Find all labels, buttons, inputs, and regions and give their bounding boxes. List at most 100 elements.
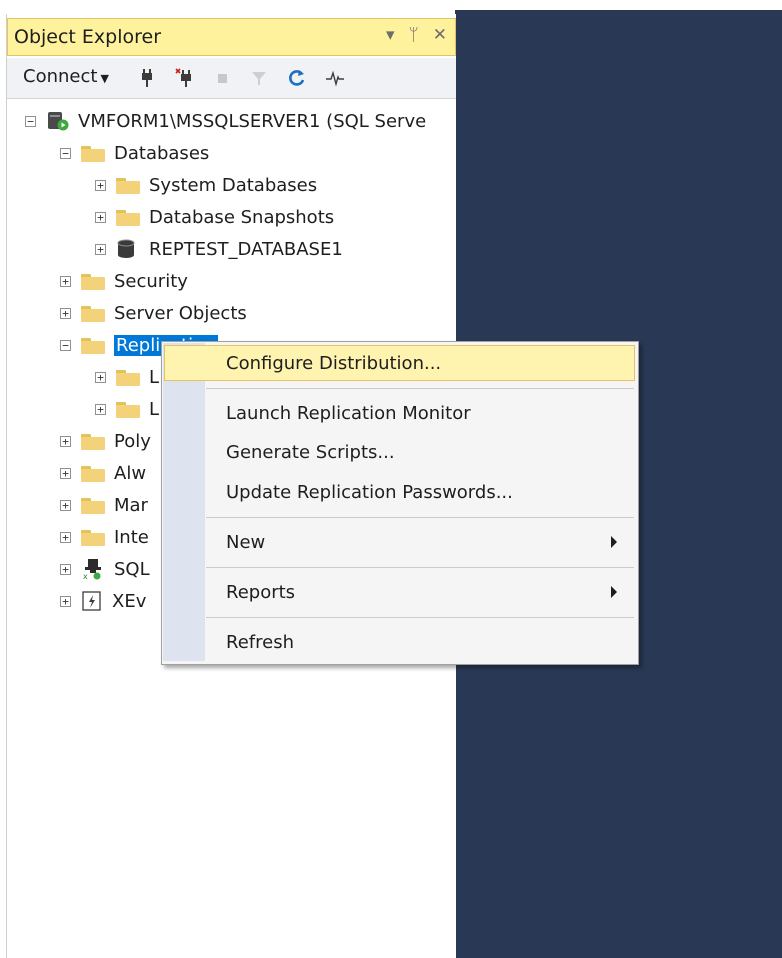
tree-node-replication-child[interactable]: + L <box>95 394 159 424</box>
replication-child-label: L <box>149 366 160 388</box>
tree-node-xevent[interactable]: + XEv <box>60 586 146 616</box>
expand-icon[interactable]: + <box>60 499 71 511</box>
tree-node-system-databases[interactable]: + System Databases <box>95 170 317 200</box>
menu-item-new[interactable]: New <box>164 524 635 560</box>
expand-icon[interactable]: + <box>60 467 71 479</box>
folder-icon <box>81 528 105 546</box>
expand-icon[interactable]: + <box>95 211 106 223</box>
folder-icon <box>116 176 140 194</box>
xevent-label: XEv <box>112 590 147 612</box>
collapse-icon[interactable]: − <box>60 339 71 351</box>
database-icon <box>117 239 135 258</box>
folder-icon <box>81 144 105 162</box>
tree-node-management[interactable]: + Mar <box>60 490 148 520</box>
chevron-down-icon: ▼ <box>100 72 109 85</box>
server-label: VMFORM1\MSSQLSERVER1 (SQL Serve <box>78 110 427 132</box>
filter-icon[interactable] <box>249 68 269 88</box>
folder-icon <box>81 464 105 482</box>
folder-icon <box>116 400 140 418</box>
new-label: New <box>226 532 266 553</box>
object-explorer-toolbar: Connect ▼ <box>7 58 456 99</box>
menu-item-generate-scripts[interactable]: Generate Scripts... <box>164 434 635 470</box>
polybase-label: Poly <box>114 430 151 452</box>
connect-button[interactable]: Connect ▼ <box>23 66 109 87</box>
security-label: Security <box>114 270 188 292</box>
expand-icon[interactable]: + <box>60 595 71 607</box>
tree-node-sql-agent[interactable]: + x SQL <box>60 554 150 584</box>
menu-separator <box>206 388 634 389</box>
folder-icon <box>81 496 105 514</box>
expand-icon[interactable]: + <box>60 307 71 319</box>
refresh-label: Refresh <box>226 632 294 653</box>
always-on-label: Alw <box>114 462 147 484</box>
connect-label: Connect <box>23 66 98 87</box>
replication-child-label: L <box>149 398 160 420</box>
tree-node-databases[interactable]: − Databases <box>60 138 209 168</box>
tree-node-replication-child[interactable]: + L <box>95 362 159 392</box>
reports-label: Reports <box>226 582 296 603</box>
context-menu: Configure Distribution... Launch Replica… <box>161 341 639 665</box>
launch-replication-monitor-label: Launch Replication Monitor <box>226 403 471 424</box>
tree-node-security[interactable]: + Security <box>60 266 188 296</box>
databases-label: Databases <box>114 142 210 164</box>
expand-icon[interactable]: + <box>95 403 106 415</box>
collapse-icon[interactable]: − <box>25 115 36 127</box>
reptest-database-label: REPTEST_DATABASE1 <box>149 238 343 260</box>
pin-icon[interactable]: ᛘ <box>409 25 419 45</box>
menu-item-update-replication-passwords[interactable]: Update Replication Passwords... <box>164 474 635 510</box>
integration-label: Inte <box>114 526 149 548</box>
stop-icon[interactable] <box>213 68 233 88</box>
sql-agent-icon: x <box>83 559 101 580</box>
database-snapshots-label: Database Snapshots <box>149 206 335 228</box>
menu-item-reports[interactable]: Reports <box>164 574 635 610</box>
menu-separator <box>206 617 634 618</box>
expand-icon[interactable]: + <box>60 275 71 287</box>
folder-icon <box>81 272 105 290</box>
menu-separator <box>206 517 634 518</box>
configure-distribution-label: Configure Distribution... <box>226 353 442 374</box>
object-explorer-titlebar: Object Explorer ▾ ᛘ ✕ <box>7 18 456 56</box>
server-icon <box>48 112 69 131</box>
management-label: Mar <box>114 494 148 516</box>
expand-icon[interactable]: + <box>95 371 106 383</box>
menu-separator <box>206 567 634 568</box>
expand-icon[interactable]: + <box>60 531 71 543</box>
expand-icon[interactable]: + <box>95 243 106 255</box>
tree-node-server[interactable]: − VMFORM1\MSSQLSERVER1 (SQL Serve <box>25 106 426 136</box>
folder-icon <box>81 304 105 322</box>
collapse-icon[interactable]: − <box>60 147 71 159</box>
connect-plug-icon[interactable] <box>137 68 157 88</box>
folder-icon <box>81 336 105 354</box>
tree-node-integration[interactable]: + Inte <box>60 522 149 552</box>
generate-scripts-label: Generate Scripts... <box>226 442 395 463</box>
tree-node-server-objects[interactable]: + Server Objects <box>60 298 247 328</box>
expand-icon[interactable]: + <box>60 435 71 447</box>
menu-item-configure-distribution[interactable]: Configure Distribution... <box>164 345 635 381</box>
menu-item-refresh[interactable]: Refresh <box>164 624 635 660</box>
disconnect-plug-icon[interactable] <box>175 68 195 88</box>
submenu-arrow-icon <box>611 586 617 598</box>
panel-controls: ▾ ᛘ ✕ <box>386 25 447 45</box>
xevent-profiler-icon <box>82 591 101 611</box>
server-objects-label: Server Objects <box>114 302 247 324</box>
svg-text:x: x <box>83 572 88 580</box>
folder-icon <box>116 368 140 386</box>
tree-node-always-on[interactable]: + Alw <box>60 458 146 488</box>
menu-item-launch-replication-monitor[interactable]: Launch Replication Monitor <box>164 395 635 431</box>
top-strip <box>0 0 782 10</box>
expand-icon[interactable]: + <box>95 179 106 191</box>
panel-title: Object Explorer <box>14 26 162 48</box>
submenu-arrow-icon <box>611 536 617 548</box>
activity-monitor-icon[interactable] <box>325 68 345 88</box>
sql-agent-label: SQL <box>114 558 150 580</box>
tree-node-reptest-database[interactable]: + REPTEST_DATABASE1 <box>95 234 343 264</box>
close-icon[interactable]: ✕ <box>433 25 447 45</box>
dropdown-icon[interactable]: ▾ <box>386 25 395 45</box>
folder-icon <box>81 432 105 450</box>
folder-icon <box>116 208 140 226</box>
expand-icon[interactable]: + <box>60 563 71 575</box>
tree-node-database-snapshots[interactable]: + Database Snapshots <box>95 202 334 232</box>
refresh-icon[interactable] <box>287 68 307 88</box>
tree-node-polybase[interactable]: + Poly <box>60 426 151 456</box>
update-replication-passwords-label: Update Replication Passwords... <box>226 482 513 503</box>
